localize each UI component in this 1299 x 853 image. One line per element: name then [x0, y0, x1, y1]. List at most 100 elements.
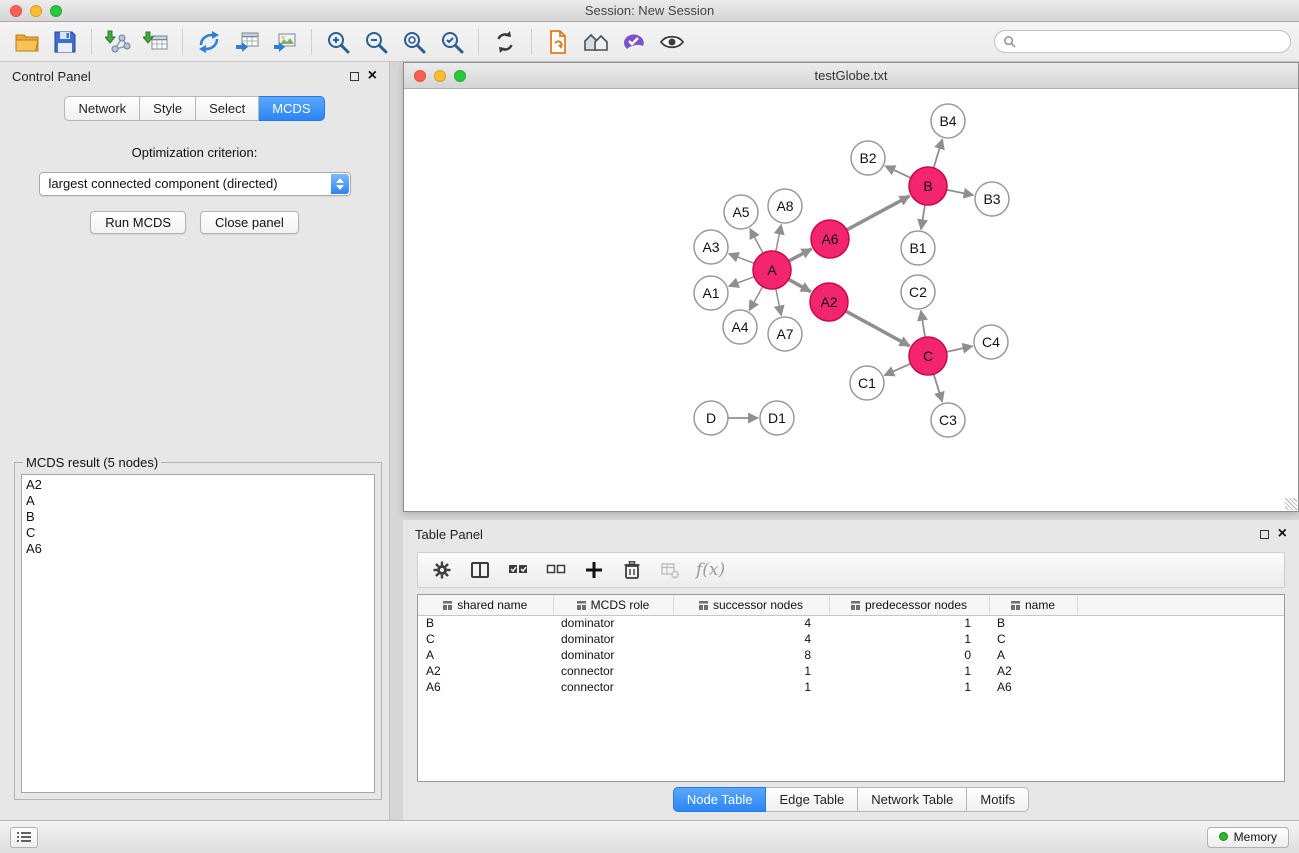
edge-A-A6[interactable] — [789, 249, 812, 261]
refresh-view-button[interactable] — [486, 25, 524, 59]
edge-B-B3[interactable] — [947, 190, 974, 195]
node-A5[interactable]: A5 — [724, 195, 758, 229]
close-table-panel-icon[interactable]: × — [1278, 529, 1287, 539]
add-row-button[interactable] — [582, 558, 606, 582]
zoom-fit-button[interactable] — [395, 25, 433, 59]
close-window-button[interactable] — [10, 5, 22, 17]
node-D1[interactable]: D1 — [760, 401, 794, 435]
network-window-titlebar[interactable]: testGlobe.txt — [404, 63, 1298, 89]
unselect-all-button[interactable] — [544, 558, 568, 582]
tab-select[interactable]: Select — [196, 96, 259, 121]
edge-A-A5[interactable] — [750, 229, 763, 253]
float-panel-icon[interactable] — [350, 72, 359, 81]
show-hide-details-button[interactable] — [653, 25, 691, 59]
select-mode-button[interactable] — [615, 25, 653, 59]
node-C1[interactable]: C1 — [850, 366, 884, 400]
edge-A-A1[interactable] — [729, 277, 754, 287]
node-C2[interactable]: C2 — [901, 275, 935, 309]
node-A4[interactable]: A4 — [723, 310, 757, 344]
tab-network-table[interactable]: Network Table — [858, 787, 967, 812]
close-panel-button[interactable]: Close panel — [200, 211, 299, 234]
mcds-result-list[interactable]: A2ABCA6 — [21, 474, 375, 793]
edge-A2-C[interactable] — [846, 311, 910, 346]
close-panel-icon[interactable]: × — [368, 71, 377, 81]
edge-B-B1[interactable] — [921, 205, 925, 229]
table-row[interactable]: Bdominator41B — [418, 615, 1284, 631]
maximize-window-button[interactable] — [50, 5, 62, 17]
edge-B-B4[interactable] — [934, 139, 943, 168]
export-image-button[interactable] — [266, 25, 304, 59]
show-columns-button[interactable] — [468, 558, 492, 582]
edge-A-A7[interactable] — [776, 289, 781, 316]
search-input[interactable] — [1021, 35, 1282, 49]
tab-motifs[interactable]: Motifs — [967, 787, 1029, 812]
tab-mcds[interactable]: MCDS — [259, 96, 324, 121]
mcds-result-item[interactable]: A — [26, 493, 370, 509]
node-A7[interactable]: A7 — [768, 317, 802, 351]
open-session-button[interactable] — [8, 25, 46, 59]
node-A3[interactable]: A3 — [694, 230, 728, 264]
node-table[interactable]: shared nameMCDS rolesuccessor nodesprede… — [417, 594, 1285, 782]
node-A1[interactable]: A1 — [694, 276, 728, 310]
column-header[interactable]: MCDS role — [553, 595, 673, 615]
import-table-button[interactable] — [137, 25, 175, 59]
node-B[interactable]: B — [909, 167, 947, 205]
mcds-result-item[interactable]: A2 — [26, 477, 370, 493]
node-D[interactable]: D — [694, 401, 728, 435]
network-close-button[interactable] — [414, 70, 426, 82]
edge-A-A4[interactable] — [749, 287, 762, 311]
function-builder-button[interactable]: f(x) — [696, 560, 725, 580]
show-panels-button[interactable] — [10, 827, 38, 848]
table-row[interactable]: A6connector11A6 — [418, 679, 1284, 695]
open-recent-session-button[interactable] — [539, 25, 577, 59]
edge-A6-B[interactable] — [847, 196, 910, 230]
node-C4[interactable]: C4 — [974, 325, 1008, 359]
network-maximize-button[interactable] — [454, 70, 466, 82]
window-titlebar[interactable]: Session: New Session — [0, 0, 1299, 22]
zoom-out-button[interactable] — [357, 25, 395, 59]
run-mcds-button[interactable]: Run MCDS — [90, 211, 186, 234]
tab-network[interactable]: Network — [64, 96, 140, 121]
first-neighbors-button[interactable] — [577, 25, 615, 59]
mcds-result-item[interactable]: B — [26, 509, 370, 525]
delete-table-button[interactable] — [658, 558, 682, 582]
column-header[interactable]: successor nodes — [673, 595, 829, 615]
export-table-button[interactable] — [228, 25, 266, 59]
edge-C-C1[interactable] — [884, 364, 910, 376]
column-header[interactable]: predecessor nodes — [829, 595, 989, 615]
node-A2[interactable]: A2 — [810, 283, 848, 321]
import-network-button[interactable] — [99, 25, 137, 59]
edge-A-A3[interactable] — [729, 254, 754, 264]
zoom-in-button[interactable] — [319, 25, 357, 59]
mcds-result-item[interactable]: A6 — [26, 541, 370, 557]
resize-grip[interactable] — [1285, 498, 1297, 510]
export-network-button[interactable] — [190, 25, 228, 59]
node-A[interactable]: A — [753, 251, 791, 289]
edge-A-A8[interactable] — [776, 225, 781, 252]
network-graph[interactable]: B4B2BB3A8A5A6A3B1AC2A1A2A4A7C4CC1DD1C3 — [404, 89, 1298, 511]
node-C[interactable]: C — [909, 337, 947, 375]
node-C3[interactable]: C3 — [931, 403, 965, 437]
tab-node-table[interactable]: Node Table — [673, 787, 767, 812]
column-header[interactable]: name — [989, 595, 1077, 615]
delete-row-button[interactable] — [620, 558, 644, 582]
edge-C-C2[interactable] — [921, 311, 925, 337]
edge-C-C4[interactable] — [947, 346, 973, 352]
node-B1[interactable]: B1 — [901, 231, 935, 265]
network-canvas[interactable]: B4B2BB3A8A5A6A3B1AC2A1A2A4A7C4CC1DD1C3 — [404, 89, 1298, 511]
node-B4[interactable]: B4 — [931, 104, 965, 138]
table-row[interactable]: Adominator80A — [418, 647, 1284, 663]
tab-edge-table[interactable]: Edge Table — [766, 787, 858, 812]
node-A6[interactable]: A6 — [811, 220, 849, 258]
search-field[interactable] — [994, 30, 1291, 53]
node-B2[interactable]: B2 — [851, 141, 885, 175]
table-row[interactable]: Cdominator41C — [418, 631, 1284, 647]
edge-B-B2[interactable] — [885, 166, 911, 178]
select-all-button[interactable] — [506, 558, 530, 582]
edge-C-C3[interactable] — [934, 374, 943, 402]
float-table-panel-icon[interactable] — [1260, 530, 1269, 539]
table-row[interactable]: A2connector11A2 — [418, 663, 1284, 679]
zoom-selected-button[interactable] — [433, 25, 471, 59]
memory-button[interactable]: Memory — [1207, 827, 1289, 848]
node-A8[interactable]: A8 — [768, 189, 802, 223]
